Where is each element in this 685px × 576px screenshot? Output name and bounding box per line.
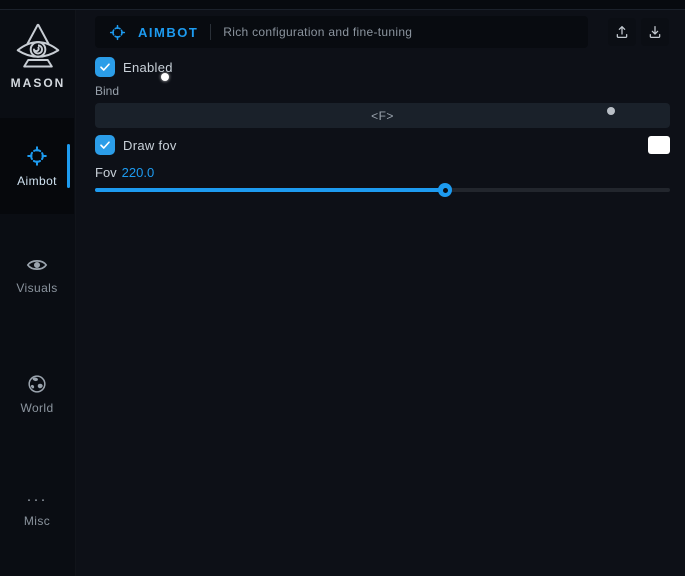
pyramid-eye-icon [12, 20, 64, 74]
sidebar-item-label: Visuals [16, 281, 57, 295]
sidebar-item-misc[interactable]: ··· Misc [0, 493, 74, 528]
main-panel: AIMBOT Rich configuration and fine-tunin… [76, 10, 685, 576]
enabled-checkbox[interactable] [95, 57, 115, 77]
gray-dot [607, 107, 615, 115]
sidebar-item-label: Misc [24, 514, 50, 528]
upload-config-button[interactable] [608, 18, 636, 46]
draw-fov-checkbox[interactable] [95, 135, 115, 155]
cursor-dot [161, 73, 169, 81]
crosshair-icon [109, 24, 126, 41]
sidebar-item-aimbot[interactable]: Aimbot [0, 118, 74, 214]
active-indicator [67, 144, 70, 188]
fov-label: Fov [95, 165, 117, 180]
fov-color-swatch[interactable] [648, 136, 670, 154]
title-divider [210, 24, 211, 40]
check-icon [99, 61, 111, 73]
fov-slider[interactable] [95, 188, 670, 192]
check-icon [99, 139, 111, 151]
page-subtitle: Rich configuration and fine-tuning [223, 25, 412, 39]
fov-label-row: Fov 220.0 [95, 165, 154, 180]
page-header: AIMBOT Rich configuration and fine-tunin… [95, 16, 588, 48]
upload-icon [614, 24, 630, 40]
fov-slider-fill [95, 188, 445, 192]
bind-input[interactable]: <F> [95, 103, 670, 128]
brand-name: MASON [0, 76, 76, 90]
sidebar-item-visuals[interactable]: Visuals [0, 256, 74, 295]
brand-logo: MASON [0, 20, 76, 90]
top-strip [0, 0, 685, 10]
fov-slider-thumb[interactable] [438, 183, 452, 197]
sidebar-item-label: Aimbot [17, 174, 57, 188]
sidebar: MASON Aimbot Visuals World ··· [0, 10, 76, 576]
fov-value: 220.0 [122, 165, 155, 180]
download-icon [647, 24, 663, 40]
page-title: AIMBOT [138, 25, 198, 40]
ellipsis-icon: ··· [27, 493, 48, 507]
bind-value: <F> [371, 109, 394, 123]
download-config-button[interactable] [641, 18, 669, 46]
sidebar-item-label: World [20, 401, 53, 415]
sidebar-item-world[interactable]: World [0, 374, 74, 415]
eye-icon [26, 256, 48, 274]
bind-label: Bind [95, 84, 119, 98]
crosshair-icon [26, 145, 48, 167]
globe-icon [27, 374, 47, 394]
draw-fov-label: Draw fov [123, 138, 177, 153]
